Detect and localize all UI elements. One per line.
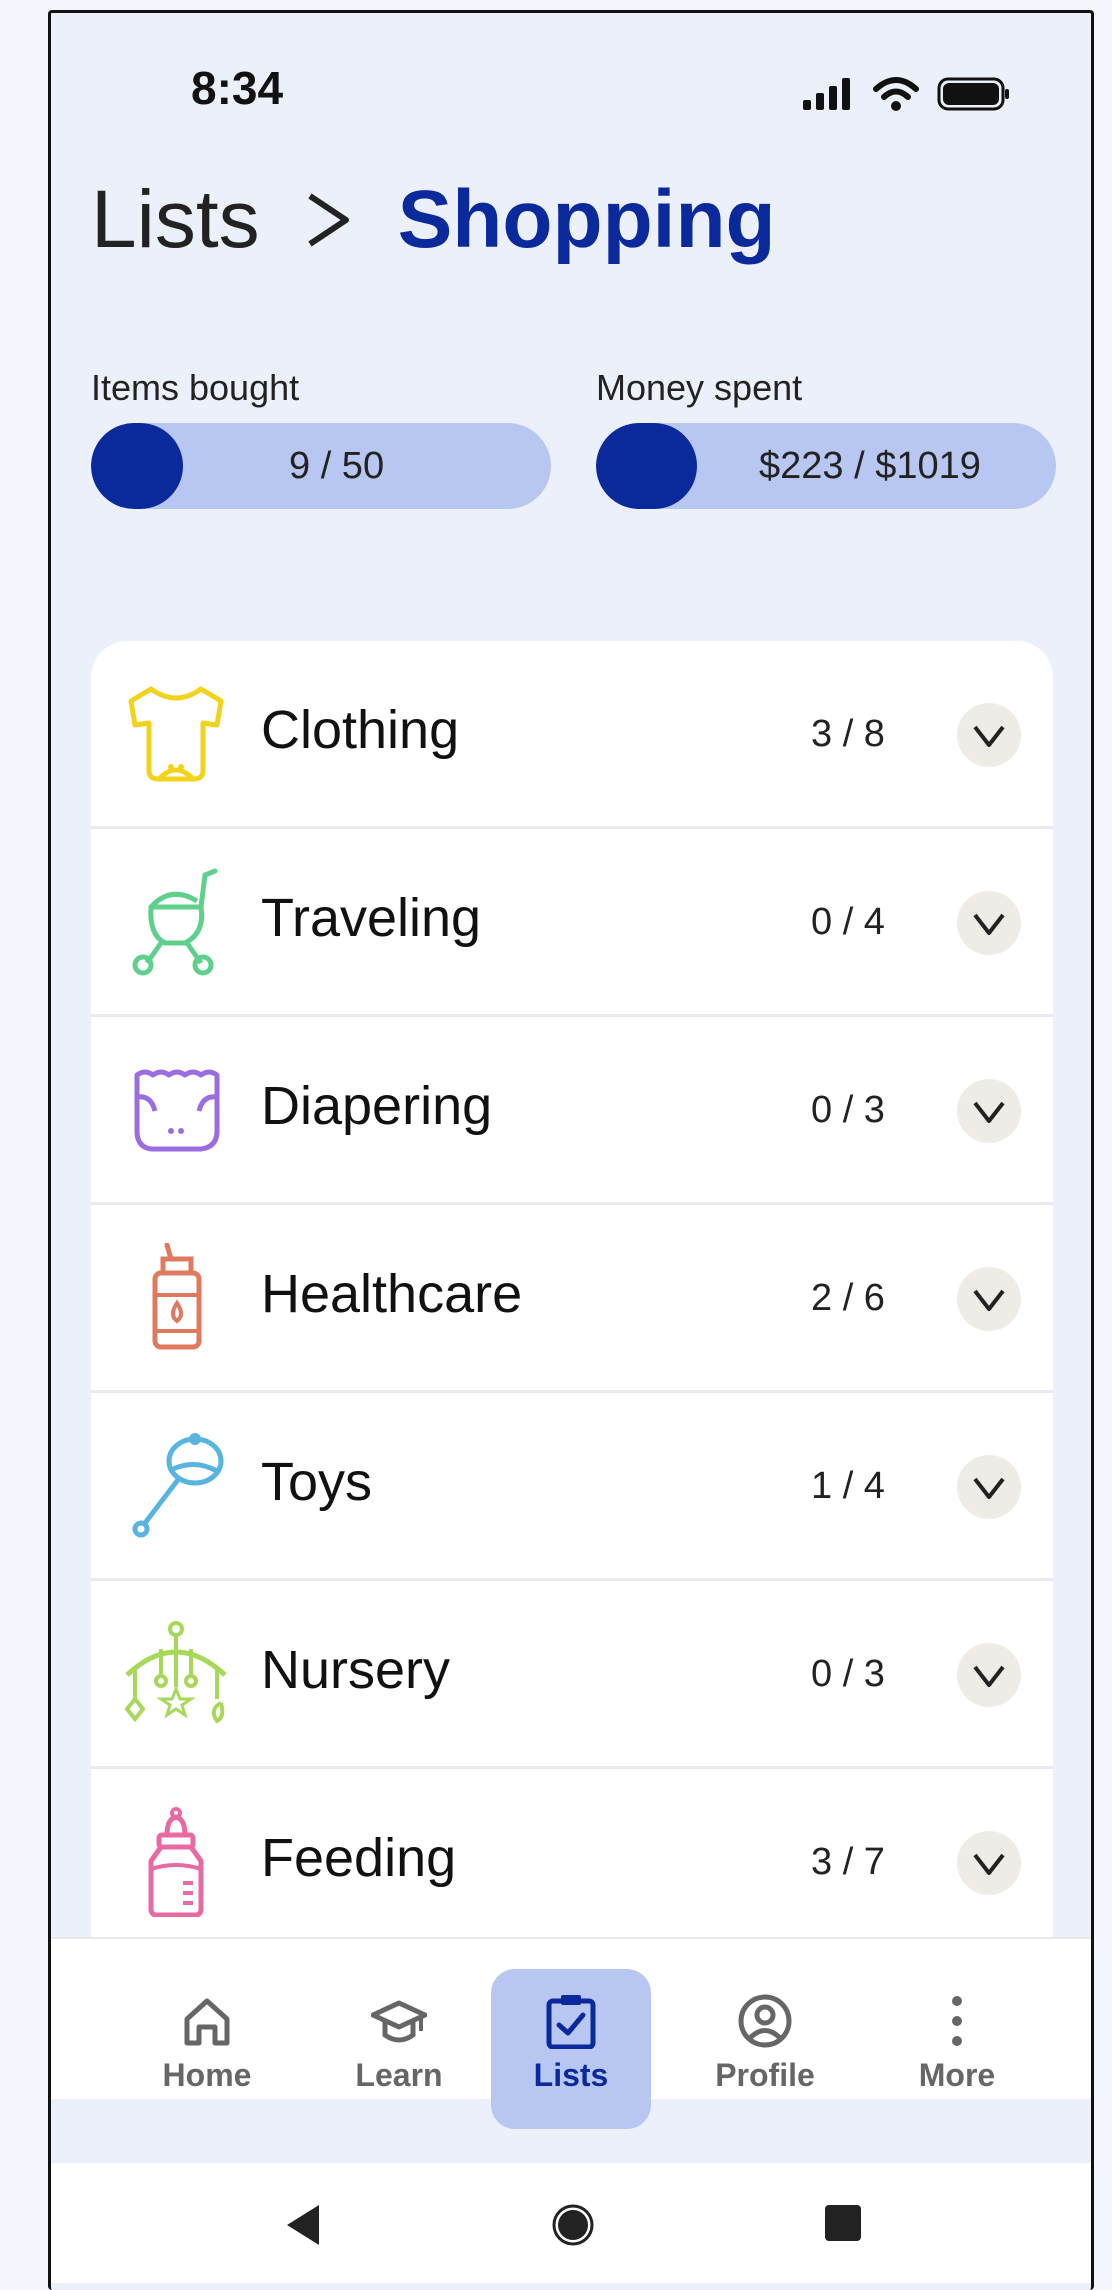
- home-button-icon[interactable]: [551, 2203, 595, 2247]
- home-icon: [184, 1998, 230, 2046]
- rattle-icon: [132, 1433, 224, 1538]
- expand-button[interactable]: [957, 1455, 1021, 1519]
- nav-more[interactable]: More: [877, 1969, 1037, 2129]
- chevron-down-icon: [973, 725, 1005, 747]
- category-row-clothing[interactable]: Clothing 3 / 8: [91, 641, 1053, 829]
- breadcrumb: Lists Shopping: [91, 173, 776, 267]
- chevron-down-icon: [973, 1853, 1005, 1875]
- money-spent-progress: $223 / $1019: [596, 423, 1056, 509]
- status-time: 8:34: [191, 62, 284, 114]
- money-spent-stat: Money spent $223 / $1019: [596, 367, 1056, 509]
- category-name: Diapering: [261, 1076, 493, 1136]
- category-row-healthcare[interactable]: Healthcare 2 / 6: [91, 1205, 1053, 1393]
- category-name: Feeding: [261, 1828, 457, 1888]
- onesie-icon: [128, 686, 224, 782]
- category-count: 1 / 4: [811, 1465, 885, 1507]
- category-count: 2 / 6: [811, 1277, 885, 1319]
- status-bar: 8:34: [51, 13, 1091, 133]
- expand-button[interactable]: [957, 703, 1021, 767]
- category-row-traveling[interactable]: Traveling 0 / 4: [91, 829, 1053, 1017]
- category-name: Clothing: [261, 700, 460, 760]
- chevron-down-icon: [973, 1289, 1005, 1311]
- category-count: 3 / 8: [811, 713, 885, 755]
- category-list: Clothing 3 / 8 Traveling 0 / 4 Diapering…: [91, 641, 1053, 1941]
- wifi-icon: [873, 77, 919, 111]
- nav-lists[interactable]: Lists: [491, 1969, 651, 2129]
- category-name: Healthcare: [261, 1264, 523, 1324]
- items-bought-progress: 9 / 50: [91, 423, 551, 509]
- stroller-icon: [132, 868, 218, 976]
- category-name: Traveling: [261, 888, 482, 948]
- baby-bottle-icon: [148, 1807, 204, 1917]
- nav-home[interactable]: Home: [127, 1969, 287, 2129]
- category-row-feeding[interactable]: Feeding 3 / 7: [91, 1769, 1053, 1941]
- nav-label: Lists: [533, 2057, 609, 2093]
- more-vertical-icon: [952, 1996, 962, 2046]
- recents-icon[interactable]: [823, 2203, 863, 2243]
- category-count: 0 / 3: [811, 1653, 885, 1695]
- category-count: 3 / 7: [811, 1841, 885, 1883]
- bottom-navigation: Home Learn Lists Profile More: [51, 1937, 1091, 2129]
- category-count: 0 / 3: [811, 1089, 885, 1131]
- chevron-down-icon: [973, 1477, 1005, 1499]
- nav-label: Home: [162, 2057, 252, 2093]
- expand-button[interactable]: [957, 1267, 1021, 1331]
- back-icon[interactable]: [283, 2203, 323, 2247]
- items-bought-label: Items bought: [91, 367, 300, 408]
- crib-mobile-icon: [124, 1621, 227, 1724]
- nav-label: Learn: [355, 2057, 443, 2093]
- items-bought-stat: Items bought 9 / 50: [91, 367, 551, 509]
- graduation-cap-icon: [371, 2000, 427, 2043]
- items-bought-progress-fill: [91, 423, 183, 509]
- user-circle-icon: [738, 1994, 792, 2048]
- category-row-nursery[interactable]: Nursery 0 / 3: [91, 1581, 1053, 1769]
- category-count: 0 / 4: [811, 901, 885, 943]
- items-bought-value: 9 / 50: [289, 444, 385, 487]
- expand-button[interactable]: [957, 891, 1021, 955]
- category-name: Nursery: [261, 1640, 451, 1700]
- category-row-toys[interactable]: Toys 1 / 4: [91, 1393, 1053, 1581]
- nav-label: More: [918, 2057, 996, 2093]
- nav-learn[interactable]: Learn: [319, 1969, 479, 2129]
- nav-label: Profile: [715, 2057, 815, 2093]
- category-name: Toys: [261, 1452, 373, 1512]
- expand-button[interactable]: [957, 1079, 1021, 1143]
- system-navigation-bar: [51, 2163, 1091, 2283]
- phone-screen: 8:34 Lists Shopping Items bought 9 / 50 …: [48, 10, 1094, 2290]
- category-row-diapering[interactable]: Diapering 0 / 3: [91, 1017, 1053, 1205]
- diaper-icon: [134, 1069, 220, 1152]
- breadcrumb-parent[interactable]: Lists: [91, 173, 260, 267]
- money-spent-value: $223 / $1019: [759, 444, 981, 487]
- bottle-medicine-icon: [152, 1243, 202, 1350]
- expand-button[interactable]: [957, 1643, 1021, 1707]
- expand-button[interactable]: [957, 1831, 1021, 1895]
- chevron-down-icon: [973, 1101, 1005, 1123]
- chevron-right-icon: [307, 193, 349, 247]
- chevron-down-icon: [973, 913, 1005, 935]
- money-spent-label: Money spent: [596, 367, 803, 408]
- battery-icon: [937, 77, 1009, 111]
- money-spent-progress-fill: [596, 423, 697, 509]
- signal-icon: [803, 78, 850, 110]
- page-title: Shopping: [397, 174, 776, 265]
- clipboard-check-icon: [546, 1995, 596, 2049]
- nav-profile[interactable]: Profile: [685, 1969, 845, 2129]
- chevron-down-icon: [973, 1665, 1005, 1687]
